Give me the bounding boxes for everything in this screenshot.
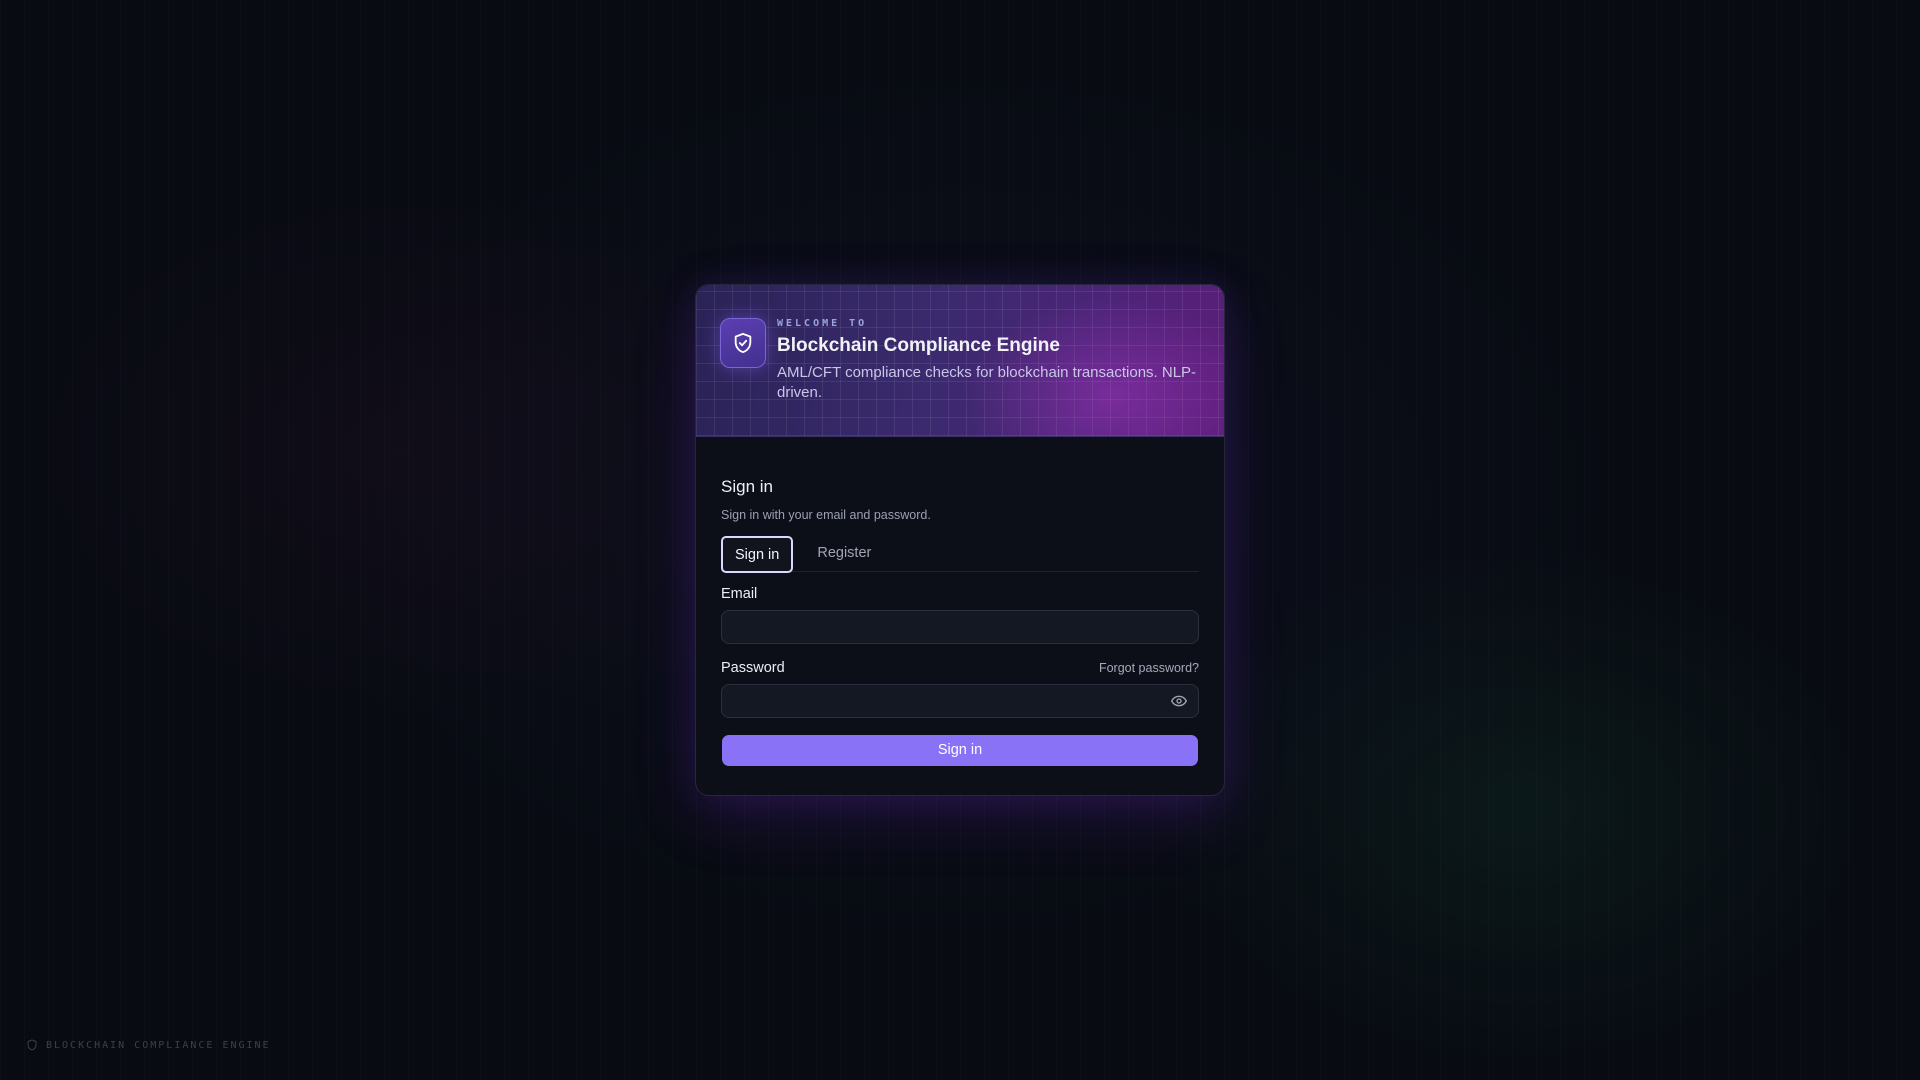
- email-field[interactable]: [721, 610, 1199, 644]
- app-subtitle: AML/CFT compliance checks for blockchain…: [777, 364, 1197, 401]
- app-title: Blockchain Compliance Engine: [777, 335, 1060, 356]
- email-label: Email: [721, 586, 758, 602]
- auth-tabs: Sign in Register: [721, 536, 1199, 573]
- password-label: Password: [721, 660, 785, 676]
- login-card: WELCOME TO Blockchain Compliance Engine …: [695, 284, 1225, 796]
- tab-sign-in[interactable]: Sign in: [721, 536, 794, 573]
- forgot-password-link[interactable]: Forgot password?: [1099, 661, 1199, 675]
- password-field[interactable]: [721, 684, 1199, 718]
- welcome-eyebrow: WELCOME TO: [777, 318, 868, 329]
- shield-icon: [27, 1039, 37, 1051]
- tab-register[interactable]: Register: [805, 536, 883, 572]
- footer-label: BLOCKCHAIN COMPLIANCE ENGINE: [46, 1039, 271, 1051]
- password-label-row: Password Forgot password?: [721, 660, 1199, 676]
- signin-description: Sign in with your email and password.: [721, 508, 931, 522]
- shield-check-icon: [734, 332, 752, 354]
- hero-text: WELCOME TO Blockchain Compliance Engine …: [777, 318, 1197, 403]
- logo-badge: [720, 318, 766, 368]
- sign-in-button[interactable]: Sign in: [722, 735, 1198, 766]
- card-body: Sign in Sign in with your email and pass…: [696, 437, 1224, 766]
- signin-heading: Sign in: [721, 477, 773, 496]
- card-hero: WELCOME TO Blockchain Compliance Engine …: [696, 285, 1224, 437]
- eye-icon[interactable]: [1170, 693, 1188, 709]
- footer-brand: BLOCKCHAIN COMPLIANCE ENGINE: [26, 1038, 271, 1052]
